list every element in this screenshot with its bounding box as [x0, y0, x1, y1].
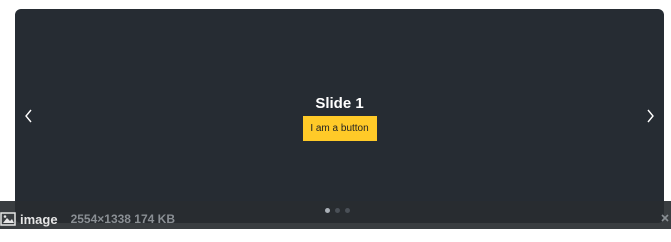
- slide: Slide 1 I am a button: [15, 95, 664, 141]
- slide-button[interactable]: I am a button: [302, 116, 377, 141]
- slide-title: Slide 1: [315, 95, 364, 112]
- attachment-info: 2554×1338 174 KB: [70, 212, 175, 226]
- carousel-indicators: [325, 208, 350, 213]
- carousel-prev-button[interactable]: [21, 106, 37, 126]
- chevron-left-icon: [25, 109, 32, 123]
- carousel-indicator-3[interactable]: [345, 208, 350, 213]
- carousel-next-button[interactable]: [642, 106, 658, 126]
- carousel: Slide 1 I am a button: [15, 9, 664, 223]
- carousel-indicator-2[interactable]: [335, 208, 340, 213]
- attachment-meta: image 2554×1338 174 KB: [0, 209, 175, 229]
- chevron-right-icon: [647, 109, 654, 123]
- attachment-label: image: [20, 211, 58, 227]
- carousel-indicator-1[interactable]: [325, 208, 330, 213]
- image-icon: [0, 212, 16, 226]
- page: Slide 1 I am a button image 2554×1338 17…: [0, 0, 671, 242]
- close-icon[interactable]: [661, 214, 669, 222]
